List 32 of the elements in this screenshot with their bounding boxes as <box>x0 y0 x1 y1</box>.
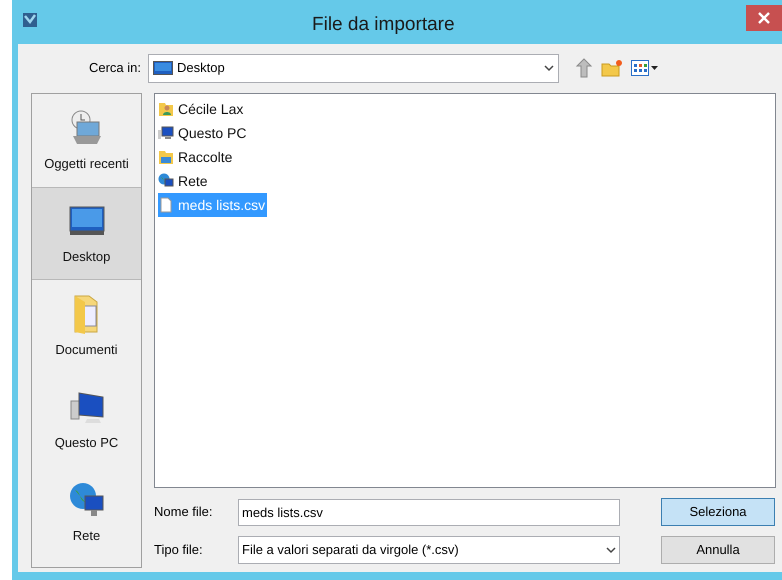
window-title: File da importare <box>312 13 455 37</box>
chevron-down-icon <box>606 546 616 554</box>
user-folder-icon <box>158 101 174 117</box>
library-folder-icon <box>158 149 174 165</box>
look-in-label: Cerca in: <box>88 59 142 78</box>
file-item[interactable]: Questo PC <box>158 121 248 145</box>
file-name-field[interactable]: meds lists.csv <box>238 498 620 526</box>
places-item[interactable]: Documenti <box>32 280 141 373</box>
places-item[interactable]: Oggetti recenti <box>32 94 141 187</box>
look-in-dropdown[interactable]: Desktop <box>148 54 559 82</box>
file-item[interactable]: Raccolte <box>158 145 234 169</box>
view-menu-icon[interactable] <box>631 60 658 76</box>
places-item[interactable]: Desktop <box>32 187 141 280</box>
places-item[interactable]: Rete <box>32 466 141 559</box>
new-folder-icon[interactable] <box>601 59 623 77</box>
file-type-label: Tipo file: <box>154 541 204 560</box>
chevron-down-icon <box>544 64 554 72</box>
document-icon <box>158 197 174 213</box>
app-icon <box>22 12 38 28</box>
file-item[interactable]: Rete <box>158 169 210 193</box>
globe-monitor-icon <box>158 173 174 189</box>
file-item[interactable]: Cécile Lax <box>158 97 246 121</box>
monitor-icon <box>153 61 173 75</box>
file-name-label: Nome file: <box>154 503 214 522</box>
close-button[interactable] <box>746 5 782 31</box>
close-icon <box>758 12 770 24</box>
select-button[interactable]: Seleziona <box>661 498 775 526</box>
cancel-button[interactable]: Annulla <box>661 536 775 564</box>
up-folder-icon[interactable] <box>575 58 593 78</box>
file-type-dropdown[interactable]: File a valori separati da virgole (*.csv) <box>238 536 620 564</box>
places-item[interactable]: Questo PC <box>32 373 141 466</box>
computer-icon <box>158 125 174 141</box>
